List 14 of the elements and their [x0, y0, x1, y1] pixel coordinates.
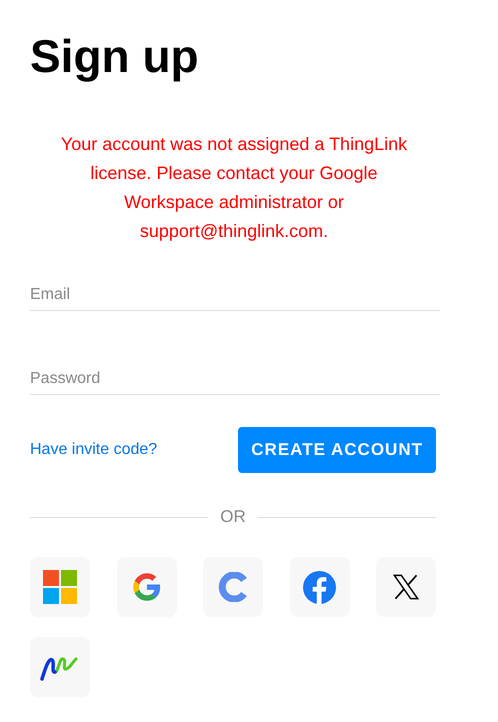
c-logo-icon — [218, 572, 248, 602]
page-title: Sign up — [30, 29, 200, 84]
create-account-button[interactable]: CREATE ACCOUNT — [238, 427, 436, 473]
password-field[interactable]: Password — [30, 364, 440, 395]
grid-logo-icon — [43, 570, 77, 604]
g-logo-icon — [132, 572, 162, 602]
facebook-logo-icon — [303, 570, 336, 604]
divider-label: OR — [220, 507, 246, 527]
error-message: Your account was not assigned a ThingLink license. Please contact your Google Workspace administrator or support@thinglink.com. — [60, 133, 408, 243]
sign-in-provider-button[interactable] — [376, 557, 436, 617]
sign-in-provider-button[interactable] — [30, 637, 90, 697]
invite-code-link[interactable]: Have invite code? — [30, 441, 158, 459]
email-field[interactable]: Email — [30, 280, 440, 311]
x-logo-icon — [392, 573, 420, 601]
